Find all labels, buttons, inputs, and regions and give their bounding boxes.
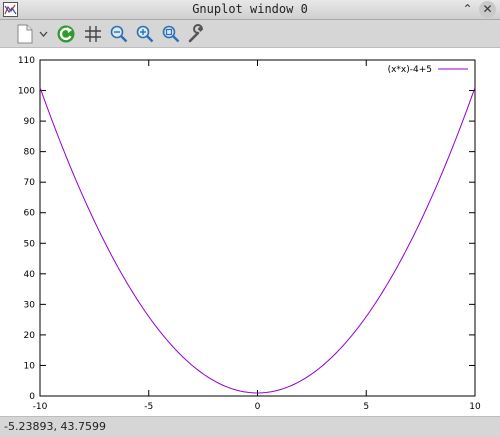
zoom-previous-icon bbox=[110, 25, 128, 43]
plot-canvas[interactable]: 0 10 20 30 40 50 60 70 80 90 100 110 -10 -5 0 5 10 (x*x)… bbox=[0, 48, 500, 416]
zoom-next-icon bbox=[136, 25, 154, 43]
series-line bbox=[39, 87, 476, 394]
y-tick-label: 100 bbox=[18, 87, 35, 97]
toggle-grid-button[interactable] bbox=[82, 23, 104, 45]
legend: (x*x)-4+5 bbox=[388, 65, 468, 75]
y-tick-label: 40 bbox=[24, 270, 36, 280]
title-bar[interactable]: Gnuplot window 0 ⌃ ✕ bbox=[0, 0, 500, 20]
settings-wrench-icon bbox=[188, 24, 204, 43]
plot-border bbox=[39, 59, 476, 397]
toolbar bbox=[0, 20, 500, 48]
legend-label: (x*x)-4+5 bbox=[388, 65, 432, 75]
minimize-button[interactable]: ⌃ bbox=[459, 1, 476, 18]
x-tick-label: -10 bbox=[33, 402, 48, 412]
unzoom-button[interactable] bbox=[160, 23, 182, 45]
window-title: Gnuplot window 0 bbox=[192, 2, 308, 16]
copy-options-dropdown[interactable] bbox=[36, 23, 50, 45]
status-bar: -5.23893, 43.7599 bbox=[0, 416, 500, 437]
y-tick-label: 110 bbox=[18, 56, 35, 66]
x-tick-label: 0 bbox=[255, 402, 261, 412]
x-tick-label: 10 bbox=[469, 402, 481, 412]
cursor-coordinates: -5.23893, 43.7599 bbox=[4, 420, 106, 433]
replot-icon bbox=[57, 25, 75, 43]
replot-button[interactable] bbox=[55, 23, 77, 45]
x-tick-label: -5 bbox=[144, 402, 153, 412]
y-tick-label: 90 bbox=[24, 117, 36, 127]
y-tick-label: 50 bbox=[24, 239, 36, 249]
close-button[interactable]: ✕ bbox=[479, 1, 496, 18]
y-tick-label: 70 bbox=[24, 178, 36, 188]
x-tick-label: 5 bbox=[363, 402, 369, 412]
zoom-previous-button[interactable] bbox=[108, 23, 130, 45]
y-tick-label: 10 bbox=[24, 361, 36, 371]
unzoom-icon bbox=[162, 25, 180, 43]
y-tick-label: 30 bbox=[24, 300, 36, 310]
settings-button[interactable] bbox=[186, 23, 208, 45]
y-tick-label: 0 bbox=[29, 392, 35, 402]
zoom-next-button[interactable] bbox=[134, 23, 156, 45]
y-tick-label: 20 bbox=[24, 331, 36, 341]
y-tick-label: 60 bbox=[24, 209, 36, 219]
grid-icon bbox=[85, 26, 101, 42]
copy-to-clipboard-icon bbox=[17, 24, 33, 44]
copy-to-clipboard-button[interactable] bbox=[14, 23, 36, 45]
dropdown-arrow-icon bbox=[39, 31, 47, 37]
y-tick-label: 80 bbox=[24, 148, 36, 158]
plot-svg: 0 10 20 30 40 50 60 70 80 90 100 110 -10 -5 0 5 10 (x*x)… bbox=[18, 56, 481, 412]
